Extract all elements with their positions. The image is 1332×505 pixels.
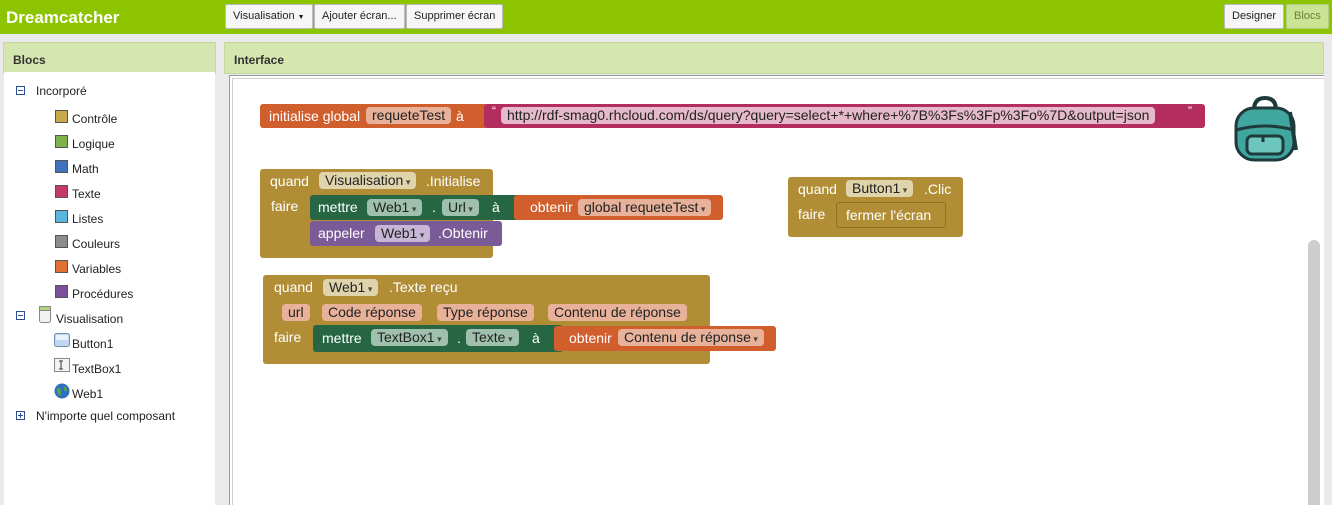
collapse-toggle-icon[interactable] <box>16 86 25 95</box>
expand-toggle-icon[interactable] <box>16 411 25 420</box>
tree-item-variables[interactable]: Variables <box>72 262 121 276</box>
backpack-icon[interactable] <box>1230 94 1300 164</box>
variables-swatch-icon <box>55 260 68 273</box>
tree-item-colors[interactable]: Couleurs <box>72 237 120 251</box>
logic-swatch-icon <box>55 135 68 148</box>
dot-separator: . <box>457 330 461 346</box>
web-component-dropdown[interactable]: Web1 <box>323 279 379 296</box>
close-screen-label: fermer l'écran <box>846 207 932 223</box>
set-keyword: mettre <box>322 330 362 346</box>
tree-item-logic[interactable]: Logique <box>72 137 115 151</box>
global-init-keyword: initialise global <box>269 108 361 124</box>
procedures-swatch-icon <box>55 285 68 298</box>
button-component-icon <box>54 333 70 347</box>
when-keyword: quand <box>274 279 313 295</box>
property-dropdown[interactable]: Url <box>442 199 479 216</box>
blocks-panel-title: Blocs <box>3 42 216 74</box>
tree-item-lists[interactable]: Listes <box>72 212 103 226</box>
screen-icon <box>39 306 51 323</box>
vertical-scrollbar[interactable] <box>1308 240 1320 505</box>
tree-item-control[interactable]: Contrôle <box>72 112 117 126</box>
text-property-dropdown[interactable]: Texte <box>466 329 519 346</box>
url-string-field[interactable]: http://rdf-smag0.rhcloud.com/ds/query?qu… <box>501 107 1156 124</box>
blocks-button[interactable]: Blocs <box>1286 4 1329 29</box>
math-swatch-icon <box>55 160 68 173</box>
colors-swatch-icon <box>55 235 68 248</box>
app-title: Dreamcatcher <box>6 8 120 27</box>
param-url[interactable]: url <box>282 304 310 321</box>
tree-item-textbox1[interactable]: TextBox1 <box>72 362 121 376</box>
add-screen-button[interactable]: Ajouter écran... <box>314 4 405 29</box>
screen-select-button[interactable]: Visualisation ▼ <box>225 4 313 29</box>
do-keyword: faire <box>798 206 826 222</box>
event-name: .Texte reçu <box>389 279 458 295</box>
caret-down-icon: ▼ <box>297 14 305 21</box>
button-component-dropdown[interactable]: Button1 <box>846 180 914 197</box>
quote-close: ” <box>1188 104 1192 118</box>
call-keyword: appeler <box>318 225 365 241</box>
global-to-keyword: à <box>456 108 464 124</box>
tree-item-screen[interactable]: Visualisation <box>56 312 123 326</box>
tree-item-procedures[interactable]: Procédures <box>72 287 133 301</box>
to-keyword: à <box>492 199 500 215</box>
tree-item-button1[interactable]: Button1 <box>72 337 113 351</box>
get-variable-dropdown[interactable]: global requeteTest <box>578 199 712 216</box>
when-keyword: quand <box>270 173 309 189</box>
tree-item-math[interactable]: Math <box>72 162 99 176</box>
response-content-dropdown[interactable]: Contenu de réponse <box>618 329 764 346</box>
param-response-content[interactable]: Contenu de réponse <box>548 304 687 321</box>
param-response-type[interactable]: Type réponse <box>437 304 534 321</box>
lists-swatch-icon <box>55 210 68 223</box>
do-keyword: faire <box>271 198 299 214</box>
web-globe-icon <box>54 383 70 399</box>
top-bar <box>0 0 1332 34</box>
remove-screen-button[interactable]: Supprimer écran <box>406 4 504 29</box>
call-component-dropdown[interactable]: Web1 <box>375 225 431 242</box>
tree-item-builtin[interactable]: Incorporé <box>36 84 87 98</box>
workspace-title: Interface <box>224 42 1324 74</box>
collapse-toggle-icon[interactable] <box>16 311 25 320</box>
dot-separator: . <box>432 199 436 215</box>
textbox-component-dropdown[interactable]: TextBox1 <box>371 329 448 346</box>
control-swatch-icon <box>55 110 68 123</box>
do-keyword: faire <box>274 329 302 345</box>
global-var-name-field[interactable]: requeteTest <box>366 107 452 124</box>
get-keyword: obtenir <box>569 330 612 346</box>
when-keyword: quand <box>798 181 837 197</box>
event-name: .Clic <box>924 181 952 197</box>
component-dropdown[interactable]: Visualisation <box>319 172 417 189</box>
to-keyword: à <box>532 330 540 346</box>
method-name: .Obtenir <box>438 225 488 241</box>
quote-open: “ <box>492 104 496 118</box>
param-response-code[interactable]: Code réponse <box>322 304 422 321</box>
screen-select-label: Visualisation <box>233 10 295 22</box>
text-swatch-icon <box>55 185 68 198</box>
designer-button[interactable]: Designer <box>1224 4 1285 29</box>
tree-item-text[interactable]: Texte <box>72 187 101 201</box>
set-component-dropdown[interactable]: Web1 <box>367 199 423 216</box>
textbox-component-icon <box>54 358 70 372</box>
event-name: .Initialise <box>426 173 481 189</box>
set-keyword: mettre <box>318 199 358 215</box>
get-keyword: obtenir <box>530 199 573 215</box>
tree-item-web1[interactable]: Web1 <box>72 387 103 401</box>
tree-item-any-component[interactable]: N'importe quel composant <box>36 409 175 423</box>
